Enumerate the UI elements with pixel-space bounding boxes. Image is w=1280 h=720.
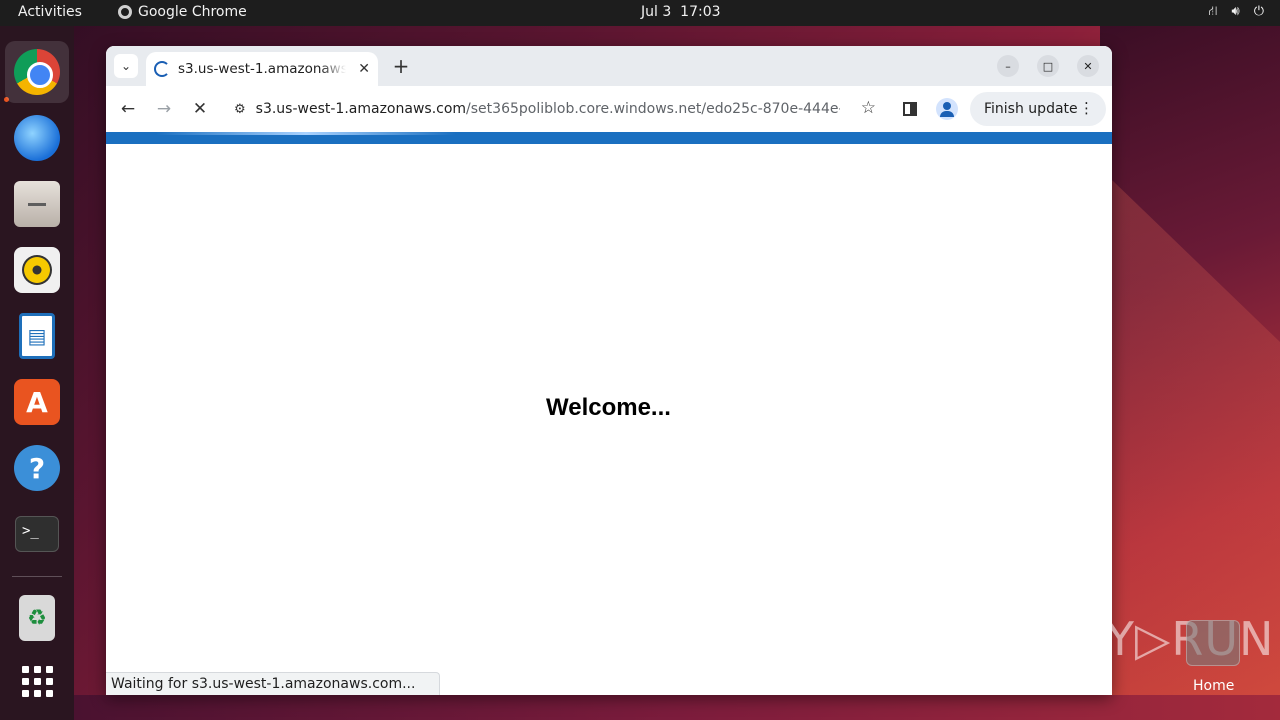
close-window-button[interactable]: ✕ (1077, 55, 1099, 77)
activities-button[interactable]: Activities (18, 4, 82, 20)
home-label[interactable]: Home (1193, 678, 1234, 694)
app-menu[interactable]: Google Chrome (118, 4, 247, 20)
app-grid-icon (21, 665, 53, 697)
time: 17:03 (680, 4, 721, 20)
profile-icon (936, 98, 958, 120)
finish-update-label: Finish update (984, 101, 1078, 117)
thunderbird-icon (14, 115, 60, 161)
rhythmbox-icon (14, 247, 60, 293)
chrome-icon (14, 49, 60, 95)
profile-button[interactable] (936, 98, 958, 120)
tab-close-icon[interactable]: ✕ (358, 61, 370, 77)
stop-loading-button[interactable]: ✕ (188, 97, 212, 121)
show-applications-button[interactable] (5, 650, 69, 712)
page-content: Welcome... (106, 144, 1112, 695)
date: Jul 3 (641, 4, 672, 20)
toolbar: ← → ✕ ⚙ s3.us-west-1.amazonaws.com/set36… (106, 86, 1112, 132)
url-path: /set365poliblob.core.windows.net/edo25c-… (466, 101, 840, 117)
maximize-button[interactable]: □ (1037, 55, 1059, 77)
system-tray[interactable]: ⛙ 🔊︎ ⏻ (1208, 4, 1264, 21)
back-button[interactable]: ← (116, 97, 140, 121)
files-icon (14, 181, 60, 227)
loading-spinner-icon (154, 61, 170, 77)
top-bar: Activities Google Chrome Jul 3 17:03 ⛙ 🔊… (0, 0, 1280, 26)
help-icon: ? (14, 445, 60, 491)
page-loading-banner (106, 132, 1112, 144)
url-host: s3.us-west-1.amazonaws.com (255, 101, 467, 117)
dock-separator (12, 576, 62, 577)
app-name: Google Chrome (138, 4, 247, 20)
site-info-icon[interactable]: ⚙ (234, 102, 246, 117)
tab-strip: ⌄ s3.us-west-1.amazonaws.com ✕ + – □ ✕ (106, 46, 1112, 86)
trash-icon: ♻ (19, 595, 55, 641)
software-store-icon: A (14, 379, 60, 425)
finish-update-button[interactable]: Finish update ⋮ (970, 92, 1106, 126)
chevron-down-icon: ⌄ (120, 59, 132, 73)
home-folder-icon[interactable] (1186, 620, 1240, 666)
network-icon: ⛙ (1208, 4, 1218, 19)
tab-search-button[interactable]: ⌄ (114, 54, 138, 78)
dock-item-chrome[interactable] (5, 41, 69, 103)
bookmark-star-icon[interactable]: ☆ (861, 98, 876, 118)
tab-active[interactable]: s3.us-west-1.amazonaws.com ✕ (146, 52, 378, 86)
dock-item-trash[interactable]: ♻ (5, 587, 69, 649)
tab-title: s3.us-west-1.amazonaws.com (178, 61, 346, 77)
dock-item-rhythmbox[interactable] (5, 239, 69, 301)
chrome-window: ⌄ s3.us-west-1.amazonaws.com ✕ + – □ ✕ ←… (106, 46, 1112, 695)
volume-icon: 🔊︎ (1231, 4, 1240, 19)
dock-item-thunderbird[interactable] (5, 107, 69, 169)
chrome-icon (118, 5, 132, 19)
dock-item-files[interactable] (5, 173, 69, 235)
dock-item-writer[interactable]: ▤ (5, 305, 69, 367)
dock-item-terminal[interactable]: >_ (5, 503, 69, 565)
menu-dots-icon: ⋮ (1079, 99, 1094, 117)
side-panel-button[interactable] (899, 98, 921, 120)
wallpaper-bottom (74, 695, 1280, 720)
terminal-icon: >_ (15, 516, 59, 552)
welcome-heading: Welcome... (546, 394, 671, 421)
address-bar[interactable]: ⚙ s3.us-west-1.amazonaws.com/set365polib… (224, 93, 884, 125)
dock: ▤ A ? >_ ♻ (0, 26, 74, 720)
writer-icon: ▤ (19, 313, 55, 359)
url-text: s3.us-west-1.amazonaws.com/set365poliblo… (256, 101, 840, 117)
side-panel-icon (903, 102, 917, 116)
clock[interactable]: Jul 3 17:03 (641, 4, 721, 20)
dock-item-software[interactable]: A (5, 371, 69, 433)
minimize-button[interactable]: – (997, 55, 1019, 77)
forward-button[interactable]: → (152, 97, 176, 121)
dock-item-help[interactable]: ? (5, 437, 69, 499)
new-tab-button[interactable]: + (388, 53, 414, 79)
status-bubble: Waiting for s3.us-west-1.amazonaws.com..… (106, 672, 440, 695)
power-icon: ⏻ (1253, 4, 1264, 19)
